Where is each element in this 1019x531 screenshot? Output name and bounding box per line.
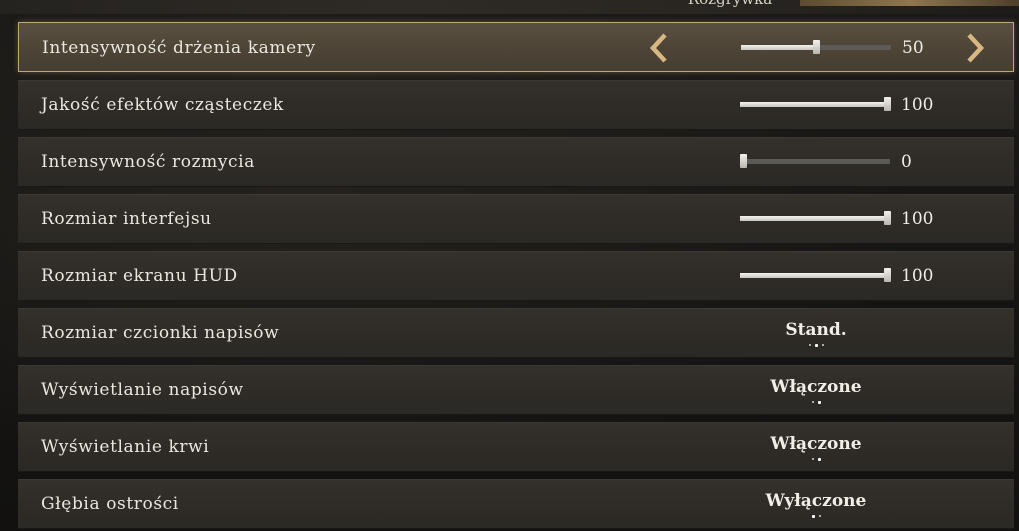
setting-label: Głębia ostrości <box>41 494 179 514</box>
slider-fill <box>741 45 816 50</box>
setting-row-camera-shake[interactable]: Intensywność drżenia kamery 50 <box>18 22 1014 72</box>
blur-intensity-slider[interactable] <box>740 154 890 168</box>
setting-choice-value: Włączone <box>770 434 862 454</box>
setting-row-blur-intensity[interactable]: Intensywność rozmycia 0 <box>18 137 1014 187</box>
slider-fill <box>740 216 890 221</box>
setting-label: Intensywność rozmycia <box>41 152 255 172</box>
option-indicator <box>738 514 894 521</box>
setting-label: Rozmiar ekranu HUD <box>41 266 238 286</box>
slider-handle[interactable] <box>884 268 891 282</box>
setting-label: Rozmiar czcionki napisów <box>41 323 280 343</box>
option-dot <box>811 458 814 460</box>
setting-value: 100 <box>901 209 934 229</box>
option-dot <box>811 401 814 403</box>
setting-value: 50 <box>902 38 924 58</box>
option-dot <box>821 344 824 346</box>
option-dot-active <box>811 514 815 518</box>
setting-label: Wyświetlanie napisów <box>41 380 244 400</box>
option-indicator <box>738 400 894 407</box>
option-dot <box>818 515 821 517</box>
setting-label: Intensywność drżenia kamery <box>42 38 316 58</box>
setting-value: 0 <box>901 152 912 172</box>
setting-row-blood-display[interactable]: Wyświetlanie krwi Włączone <box>18 422 1014 472</box>
option-dot-active <box>817 457 821 461</box>
setting-choice-value: Włączone <box>770 377 862 397</box>
interface-size-slider[interactable] <box>740 211 891 225</box>
option-dot-active <box>817 400 821 404</box>
setting-row-depth-of-field[interactable]: Głębia ostrości Wyłączone <box>18 479 1014 529</box>
tab-gameplay[interactable]: Rozgrywka <box>660 0 800 10</box>
top-accent-decoration <box>800 0 1019 6</box>
option-indicator <box>738 343 894 350</box>
chevron-right-icon[interactable] <box>959 32 989 64</box>
setting-label: Jakość efektów cząsteczek <box>41 95 284 115</box>
option-dot <box>808 344 811 346</box>
setting-row-interface-size[interactable]: Rozmiar interfejsu 100 <box>18 194 1014 244</box>
hud-size-slider[interactable] <box>740 268 891 282</box>
slider-handle[interactable] <box>884 97 891 111</box>
slider-fill <box>740 273 890 278</box>
chevron-left-icon[interactable] <box>645 32 675 64</box>
option-indicator <box>738 457 894 464</box>
option-dot-active <box>814 343 818 347</box>
camera-shake-slider[interactable] <box>741 40 891 54</box>
setting-label: Wyświetlanie krwi <box>41 437 210 457</box>
setting-choice-value: Stand. <box>785 320 847 340</box>
setting-row-hud-size[interactable]: Rozmiar ekranu HUD 100 <box>18 251 1014 301</box>
slider-handle[interactable] <box>884 211 891 225</box>
setting-choice-value: Wyłączone <box>765 491 867 511</box>
slider-fill <box>740 102 890 107</box>
setting-row-particle-quality[interactable]: Jakość efektów cząsteczek 100 <box>18 80 1014 130</box>
slider-handle[interactable] <box>813 40 820 54</box>
particle-quality-slider[interactable] <box>740 97 891 111</box>
setting-value: 100 <box>901 266 934 286</box>
slider-handle[interactable] <box>740 154 747 168</box>
setting-row-subtitle-display[interactable]: Wyświetlanie napisów Włączone <box>18 365 1014 415</box>
setting-label: Rozmiar interfejsu <box>41 209 212 229</box>
setting-value: 100 <box>901 95 934 115</box>
setting-row-subtitle-font-size[interactable]: Rozmiar czcionki napisów Stand. <box>18 308 1014 358</box>
